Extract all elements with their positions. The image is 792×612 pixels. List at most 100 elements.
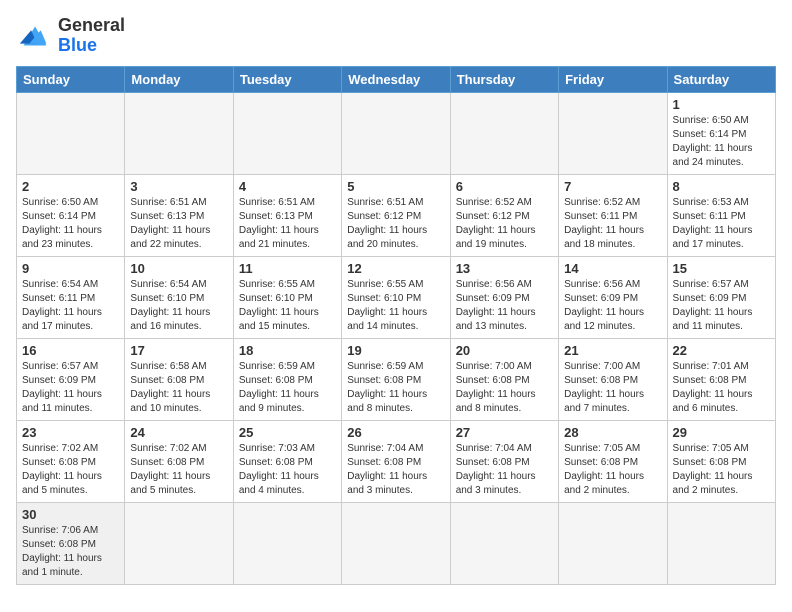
page-header: General Blue	[16, 16, 776, 56]
day-number: 26	[347, 425, 444, 440]
day-info: Sunrise: 6:59 AM Sunset: 6:08 PM Dayligh…	[347, 360, 444, 416]
weekday-header-wednesday: Wednesday	[342, 66, 450, 92]
calendar-cell: 28 Sunrise: 7:05 AM Sunset: 6:08 PM Dayli…	[559, 420, 667, 502]
calendar-cell	[233, 92, 341, 174]
weekday-header-thursday: Thursday	[450, 66, 558, 92]
calendar-cell	[450, 92, 558, 174]
day-number: 21	[564, 343, 661, 358]
day-info: Sunrise: 6:50 AM Sunset: 6:14 PM Dayligh…	[22, 196, 119, 252]
day-info: Sunrise: 6:51 AM Sunset: 6:12 PM Dayligh…	[347, 196, 444, 252]
day-info: Sunrise: 6:50 AM Sunset: 6:14 PM Dayligh…	[673, 114, 770, 170]
calendar-cell: 19 Sunrise: 6:59 AM Sunset: 6:08 PM Dayli…	[342, 338, 450, 420]
day-number: 19	[347, 343, 444, 358]
day-info: Sunrise: 6:51 AM Sunset: 6:13 PM Dayligh…	[239, 196, 336, 252]
day-number: 16	[22, 343, 119, 358]
calendar-cell: 16 Sunrise: 6:57 AM Sunset: 6:09 PM Dayli…	[17, 338, 125, 420]
day-number: 15	[673, 261, 770, 276]
day-info: Sunrise: 6:54 AM Sunset: 6:10 PM Dayligh…	[130, 278, 227, 334]
week-row-6: 30Sunrise: 7:06 AM Sunset: 6:08 PM Dayli…	[17, 502, 776, 584]
day-number: 28	[564, 425, 661, 440]
calendar-cell: 6 Sunrise: 6:52 AM Sunset: 6:12 PM Daylig…	[450, 174, 558, 256]
day-info: Sunrise: 7:00 AM Sunset: 6:08 PM Dayligh…	[456, 360, 553, 416]
day-info: Sunrise: 7:02 AM Sunset: 6:08 PM Dayligh…	[22, 442, 119, 498]
calendar-cell: 3 Sunrise: 6:51 AM Sunset: 6:13 PM Daylig…	[125, 174, 233, 256]
calendar-cell: 12 Sunrise: 6:55 AM Sunset: 6:10 PM Dayli…	[342, 256, 450, 338]
day-info: Sunrise: 6:55 AM Sunset: 6:10 PM Dayligh…	[239, 278, 336, 334]
day-info: Sunrise: 6:56 AM Sunset: 6:09 PM Dayligh…	[564, 278, 661, 334]
day-info: Sunrise: 6:51 AM Sunset: 6:13 PM Dayligh…	[130, 196, 227, 252]
calendar-cell: 13 Sunrise: 6:56 AM Sunset: 6:09 PM Dayli…	[450, 256, 558, 338]
day-info: Sunrise: 6:55 AM Sunset: 6:10 PM Dayligh…	[347, 278, 444, 334]
weekday-header-friday: Friday	[559, 66, 667, 92]
calendar-cell: 18 Sunrise: 6:59 AM Sunset: 6:08 PM Dayli…	[233, 338, 341, 420]
day-info: Sunrise: 7:04 AM Sunset: 6:08 PM Dayligh…	[347, 442, 444, 498]
calendar-cell: 20 Sunrise: 7:00 AM Sunset: 6:08 PM Dayli…	[450, 338, 558, 420]
calendar-cell	[559, 502, 667, 584]
calendar-cell: 23 Sunrise: 7:02 AM Sunset: 6:08 PM Dayli…	[17, 420, 125, 502]
calendar-cell: 14 Sunrise: 6:56 AM Sunset: 6:09 PM Dayli…	[559, 256, 667, 338]
week-row-2: 2 Sunrise: 6:50 AM Sunset: 6:14 PM Daylig…	[17, 174, 776, 256]
weekday-header-sunday: Sunday	[17, 66, 125, 92]
calendar-cell	[125, 502, 233, 584]
logo: General Blue	[16, 16, 125, 56]
day-info: Sunrise: 7:02 AM Sunset: 6:08 PM Dayligh…	[130, 442, 227, 498]
day-info: Sunrise: 6:52 AM Sunset: 6:11 PM Dayligh…	[564, 196, 661, 252]
calendar-cell: 4 Sunrise: 6:51 AM Sunset: 6:13 PM Daylig…	[233, 174, 341, 256]
day-info: Sunrise: 6:56 AM Sunset: 6:09 PM Dayligh…	[456, 278, 553, 334]
day-number: 25	[239, 425, 336, 440]
day-info: Sunrise: 6:53 AM Sunset: 6:11 PM Dayligh…	[673, 196, 770, 252]
day-number: 20	[456, 343, 553, 358]
weekday-header-tuesday: Tuesday	[233, 66, 341, 92]
calendar-cell: 22Sunrise: 7:01 AM Sunset: 6:08 PM Dayli…	[667, 338, 775, 420]
day-number: 7	[564, 179, 661, 194]
calendar-cell	[342, 502, 450, 584]
day-number: 6	[456, 179, 553, 194]
day-info: Sunrise: 6:59 AM Sunset: 6:08 PM Dayligh…	[239, 360, 336, 416]
day-info: Sunrise: 6:54 AM Sunset: 6:11 PM Dayligh…	[22, 278, 119, 334]
day-number: 12	[347, 261, 444, 276]
calendar-cell: 30Sunrise: 7:06 AM Sunset: 6:08 PM Dayli…	[17, 502, 125, 584]
day-number: 8	[673, 179, 770, 194]
calendar-cell	[667, 502, 775, 584]
calendar-cell: 24 Sunrise: 7:02 AM Sunset: 6:08 PM Dayli…	[125, 420, 233, 502]
day-number: 29	[673, 425, 770, 440]
day-info: Sunrise: 7:03 AM Sunset: 6:08 PM Dayligh…	[239, 442, 336, 498]
day-number: 10	[130, 261, 227, 276]
calendar-cell: 10 Sunrise: 6:54 AM Sunset: 6:10 PM Dayli…	[125, 256, 233, 338]
day-number: 27	[456, 425, 553, 440]
day-number: 14	[564, 261, 661, 276]
day-number: 5	[347, 179, 444, 194]
week-row-4: 16 Sunrise: 6:57 AM Sunset: 6:09 PM Dayli…	[17, 338, 776, 420]
day-info: Sunrise: 6:52 AM Sunset: 6:12 PM Dayligh…	[456, 196, 553, 252]
calendar-cell: 7 Sunrise: 6:52 AM Sunset: 6:11 PM Daylig…	[559, 174, 667, 256]
day-number: 23	[22, 425, 119, 440]
calendar-cell	[559, 92, 667, 174]
calendar-cell: 9Sunrise: 6:54 AM Sunset: 6:11 PM Daylig…	[17, 256, 125, 338]
day-number: 2	[22, 179, 119, 194]
day-number: 30	[22, 507, 119, 522]
weekday-header-row: SundayMondayTuesdayWednesdayThursdayFrid…	[17, 66, 776, 92]
day-number: 24	[130, 425, 227, 440]
day-info: Sunrise: 7:05 AM Sunset: 6:08 PM Dayligh…	[564, 442, 661, 498]
logo-icon	[16, 17, 54, 55]
day-info: Sunrise: 7:01 AM Sunset: 6:08 PM Dayligh…	[673, 360, 770, 416]
day-number: 3	[130, 179, 227, 194]
calendar-cell: 15Sunrise: 6:57 AM Sunset: 6:09 PM Dayli…	[667, 256, 775, 338]
day-number: 11	[239, 261, 336, 276]
day-info: Sunrise: 7:00 AM Sunset: 6:08 PM Dayligh…	[564, 360, 661, 416]
day-number: 18	[239, 343, 336, 358]
day-info: Sunrise: 6:58 AM Sunset: 6:08 PM Dayligh…	[130, 360, 227, 416]
calendar-cell: 25 Sunrise: 7:03 AM Sunset: 6:08 PM Dayli…	[233, 420, 341, 502]
week-row-5: 23 Sunrise: 7:02 AM Sunset: 6:08 PM Dayli…	[17, 420, 776, 502]
day-number: 13	[456, 261, 553, 276]
day-info: Sunrise: 6:57 AM Sunset: 6:09 PM Dayligh…	[22, 360, 119, 416]
week-row-3: 9Sunrise: 6:54 AM Sunset: 6:11 PM Daylig…	[17, 256, 776, 338]
calendar-cell: 8 Sunrise: 6:53 AM Sunset: 6:11 PM Daylig…	[667, 174, 775, 256]
day-number: 4	[239, 179, 336, 194]
calendar-cell: 11 Sunrise: 6:55 AM Sunset: 6:10 PM Dayli…	[233, 256, 341, 338]
calendar-cell: 5 Sunrise: 6:51 AM Sunset: 6:12 PM Daylig…	[342, 174, 450, 256]
calendar-cell	[342, 92, 450, 174]
day-info: Sunrise: 7:04 AM Sunset: 6:08 PM Dayligh…	[456, 442, 553, 498]
calendar-table: SundayMondayTuesdayWednesdayThursdayFrid…	[16, 66, 776, 585]
weekday-header-saturday: Saturday	[667, 66, 775, 92]
